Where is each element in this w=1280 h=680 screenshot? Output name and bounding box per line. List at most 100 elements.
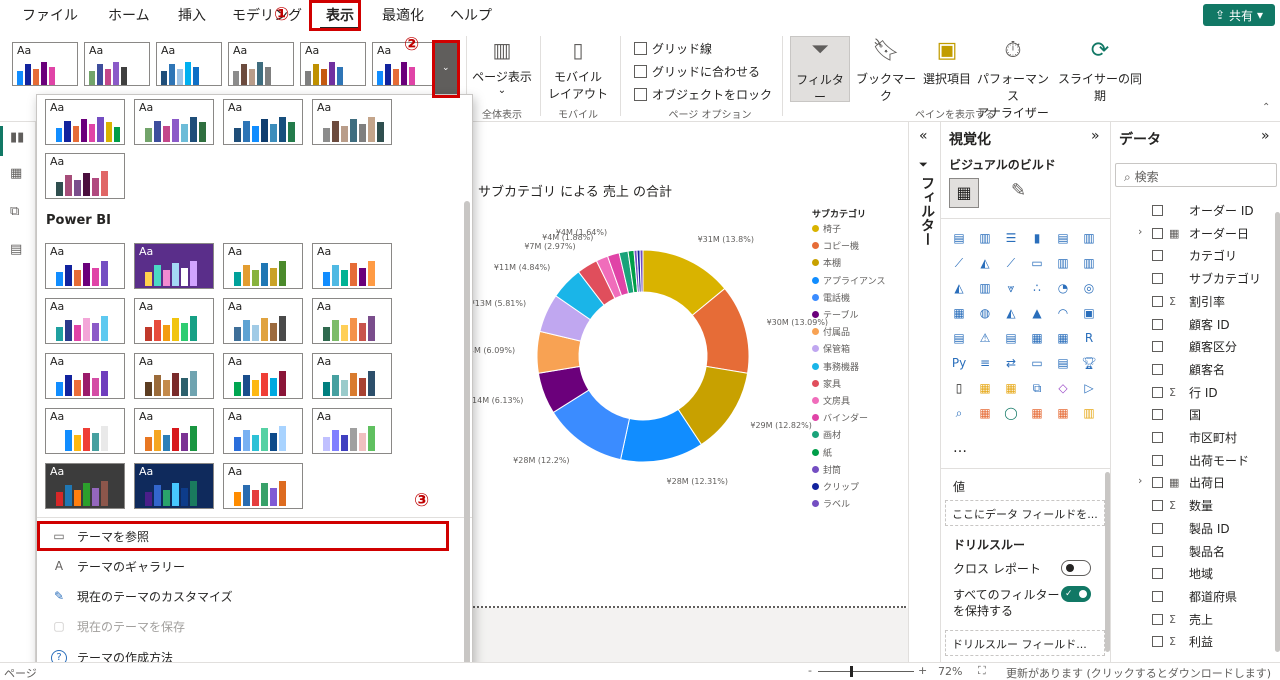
visual-type-icon[interactable]: ▭	[1027, 253, 1047, 273]
field-item[interactable]: 製品名	[1152, 543, 1225, 560]
theme-thumbnail[interactable]: Aa	[12, 42, 78, 86]
visual-type-icon[interactable]: 🏆︎	[1079, 353, 1099, 373]
field-checkbox[interactable]	[1152, 568, 1163, 580]
legend-item[interactable]: 事務機器	[812, 360, 859, 373]
theme-thumbnail[interactable]: Aa	[156, 42, 222, 86]
legend-item[interactable]: 保管箱	[812, 342, 850, 355]
theme-thumbnail[interactable]: Aa	[312, 408, 392, 454]
visual-type-icon[interactable]: ▦	[1001, 378, 1021, 398]
data-scrollbar[interactable]	[1275, 212, 1280, 652]
legend-item[interactable]: 本棚	[812, 256, 841, 269]
field-item[interactable]: Σ 売上	[1152, 611, 1213, 628]
visual-type-icon[interactable]: ▤	[949, 328, 969, 348]
theme-thumbnail[interactable]: Aa	[45, 243, 125, 289]
theme-thumbnail[interactable]: Aa	[45, 99, 125, 145]
legend-item[interactable]: テーブル	[812, 308, 858, 321]
theme-thumbnail[interactable]: Aa	[134, 463, 214, 509]
visual-type-icon[interactable]: ▤	[949, 228, 969, 248]
visual-type-icon[interactable]: ⇄	[1001, 353, 1021, 373]
visual-type-icon[interactable]: ▤	[1001, 328, 1021, 348]
model-view-icon[interactable]: ⧉	[10, 204, 26, 220]
visual-type-icon[interactable]: ▦	[1027, 328, 1047, 348]
menu-home[interactable]: ホーム	[108, 5, 150, 25]
donut-chart[interactable]	[470, 200, 810, 490]
keep-filters-toggle[interactable]: ✓	[1061, 586, 1091, 602]
update-notice[interactable]: 更新があります (クリックするとダウンロードします)	[1006, 665, 1271, 680]
legend-item[interactable]: 電話機	[812, 291, 850, 304]
theme-thumbnail[interactable]: Aa	[134, 353, 214, 399]
table-view-icon[interactable]: ▦	[10, 166, 26, 182]
field-checkbox[interactable]	[1152, 363, 1163, 375]
field-item[interactable]: ▦ 出荷日	[1152, 474, 1225, 491]
visual-type-icon[interactable]: ▲	[1027, 303, 1047, 323]
theme-thumbnail[interactable]: Aa	[312, 99, 392, 145]
share-button[interactable]: ⇪ 共有 ▾	[1203, 4, 1275, 26]
theme-thumbnail[interactable]: Aa	[312, 353, 392, 399]
fit-page-icon[interactable]: ⛶	[978, 664, 986, 678]
visual-type-icon[interactable]: ∴	[1027, 278, 1047, 298]
chevron-right-double-icon[interactable]: »	[1091, 128, 1100, 144]
visual-type-icon[interactable]: ▦	[975, 403, 995, 423]
field-checkbox[interactable]	[1152, 590, 1163, 602]
field-item[interactable]: 顧客区分	[1152, 338, 1237, 355]
field-checkbox[interactable]	[1152, 500, 1163, 512]
field-checkbox[interactable]	[1152, 295, 1163, 307]
chevron-up-icon[interactable]: ⌃	[1262, 102, 1270, 113]
field-checkbox[interactable]	[1152, 250, 1163, 262]
zoom-slider[interactable]	[818, 666, 914, 677]
chevron-right-double-icon[interactable]: »	[1261, 128, 1270, 144]
cross-report-toggle[interactable]	[1061, 560, 1091, 576]
field-checkbox[interactable]	[1152, 477, 1163, 489]
theme-thumbnail[interactable]: Aa	[84, 42, 150, 86]
mobile-layout-button[interactable]: ▯ モバイル レイアウト	[546, 38, 610, 102]
field-item[interactable]: サブカテゴリ	[1152, 270, 1261, 287]
visual-type-icon[interactable]: ▤	[1053, 353, 1073, 373]
field-checkbox[interactable]	[1152, 386, 1163, 398]
field-checkbox[interactable]	[1152, 522, 1163, 534]
filter-pane-button[interactable]: ⏷ フィルター	[790, 36, 850, 104]
visual-type-icon[interactable]: ▣	[1079, 303, 1099, 323]
visual-type-icon[interactable]: ▥	[1079, 403, 1099, 423]
visual-type-icon[interactable]: ⩔	[1001, 278, 1021, 298]
field-item[interactable]: Σ 割引率	[1152, 293, 1225, 310]
field-search-input[interactable]: ⌕ 検索	[1115, 163, 1277, 187]
visual-type-icon[interactable]: ≡	[975, 353, 995, 373]
visual-type-icon[interactable]: ◇	[1053, 378, 1073, 398]
field-item[interactable]: 国	[1152, 406, 1201, 423]
theme-thumbnail[interactable]: Aa	[45, 408, 125, 454]
visual-type-icon[interactable]: ◔	[1053, 278, 1073, 298]
visual-type-icon[interactable]: ◎	[1079, 278, 1099, 298]
legend-item[interactable]: コピー機	[812, 239, 859, 252]
field-checkbox[interactable]	[1152, 318, 1163, 330]
theme-gallery-item[interactable]: A テーマのギャラリー	[51, 558, 185, 575]
legend-item[interactable]: ラベル	[812, 497, 850, 510]
legend-item[interactable]: 付属品	[812, 325, 850, 338]
visual-type-icon[interactable]: ▦	[1027, 403, 1047, 423]
theme-thumbnail[interactable]: Aa	[300, 42, 366, 86]
visual-type-icon[interactable]: ▥	[1053, 253, 1073, 273]
field-item[interactable]: オーダー ID	[1152, 202, 1254, 219]
theme-thumbnail[interactable]: Aa	[223, 353, 303, 399]
visual-type-icon[interactable]: ◭	[1001, 303, 1021, 323]
visual-type-icon[interactable]: ☰	[1001, 228, 1021, 248]
field-item[interactable]: 製品 ID	[1152, 520, 1230, 537]
visual-type-icon[interactable]: ▮	[1027, 228, 1047, 248]
visual-type-icon[interactable]: ⧉	[1027, 378, 1047, 398]
visual-type-icon[interactable]: ◯	[1001, 403, 1021, 423]
legend-item[interactable]: 家具	[812, 377, 841, 390]
legend-item[interactable]: 画材	[812, 428, 841, 441]
legend-item[interactable]: 紙	[812, 446, 832, 459]
field-item[interactable]: カテゴリ	[1152, 247, 1237, 264]
theme-thumbnail[interactable]: Aa	[134, 408, 214, 454]
visual-type-icon[interactable]: ⟋	[949, 253, 969, 273]
field-checkbox[interactable]	[1152, 613, 1163, 625]
dax-query-icon[interactable]: ▤	[10, 242, 26, 258]
field-checkbox[interactable]	[1152, 432, 1163, 443]
theme-thumbnail[interactable]: Aa	[45, 463, 125, 509]
field-item[interactable]: Σ 行 ID	[1152, 384, 1218, 401]
field-item[interactable]: 顧客 ID	[1152, 316, 1230, 333]
theme-thumbnail[interactable]: Aa	[223, 298, 303, 344]
visual-type-icon[interactable]: ▭	[1027, 353, 1047, 373]
bookmark-pane-button[interactable]: 🔖︎ ブックマーク	[852, 38, 920, 104]
theme-thumbnail[interactable]: Aa	[223, 408, 303, 454]
